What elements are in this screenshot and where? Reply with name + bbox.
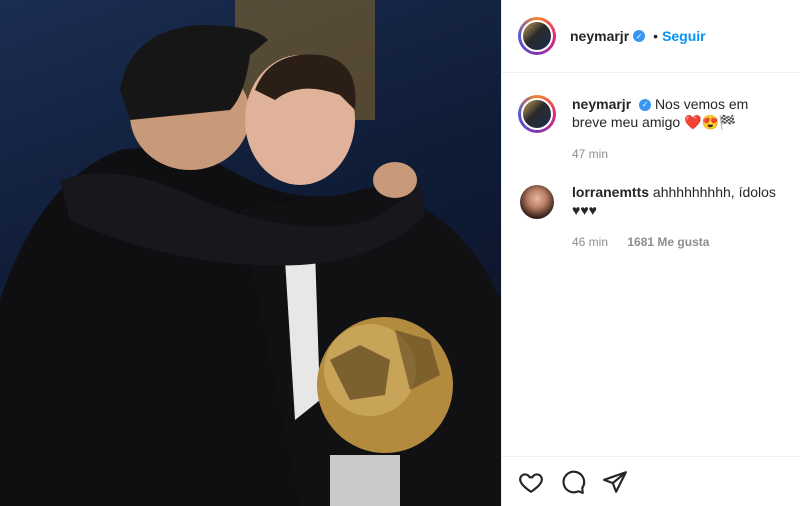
- comment-text: ahhhhhhhhh, ídolos: [652, 184, 776, 200]
- caption-username[interactable]: neymarjr: [572, 96, 631, 112]
- comment-body: lorranemtts ahhhhhhhhh, ídolos ♥♥♥: [572, 183, 776, 219]
- comment-extra: ♥♥♥: [572, 202, 597, 218]
- verified-badge-icon: ✓: [633, 30, 646, 42]
- post-header: neymarjr ✓ • Seguir: [502, 0, 800, 73]
- follow-separator: •: [653, 28, 659, 44]
- verified-badge-icon: ✓: [639, 99, 652, 112]
- comment-likes[interactable]: 1681 Me gusta: [627, 235, 709, 249]
- comment-icon[interactable]: [560, 469, 586, 495]
- photo-illustration: [0, 0, 501, 506]
- heart-icon[interactable]: [518, 469, 544, 495]
- action-bar: [502, 456, 800, 506]
- caption-avatar[interactable]: [518, 95, 556, 133]
- comments-list: neymarjr ✓ Nos vemos em breve meu amigo …: [502, 95, 800, 249]
- instagram-post: neymarjr ✓ • Seguir neymarjr ✓ Nos vemos…: [0, 0, 800, 506]
- author-username[interactable]: neymarjr: [570, 28, 629, 44]
- caption-time[interactable]: 47 min: [572, 147, 784, 161]
- avatar-image: [521, 98, 553, 130]
- avatar-image: [521, 20, 553, 52]
- comment-time[interactable]: 46 min: [572, 235, 608, 249]
- commenter-avatar[interactable]: [518, 183, 556, 221]
- author-avatar[interactable]: [518, 17, 556, 55]
- caption-body: neymarjr ✓ Nos vemos em breve meu amigo …: [572, 95, 784, 131]
- comment-meta: 46 min 1681 Me gusta: [572, 235, 776, 249]
- list-item: lorranemtts ahhhhhhhhh, ídolos ♥♥♥ 46 mi…: [518, 183, 784, 249]
- caption-emojis: ❤️😍🏁: [684, 114, 737, 130]
- avatar-image: [520, 185, 554, 219]
- share-icon[interactable]: [602, 469, 628, 495]
- caption: neymarjr ✓ Nos vemos em breve meu amigo …: [518, 95, 784, 161]
- follow-button[interactable]: Seguir: [662, 28, 706, 44]
- comment-username[interactable]: lorranemtts: [572, 184, 649, 200]
- post-photo[interactable]: [0, 0, 501, 506]
- post-side-panel: neymarjr ✓ • Seguir neymarjr ✓ Nos vemos…: [501, 0, 800, 506]
